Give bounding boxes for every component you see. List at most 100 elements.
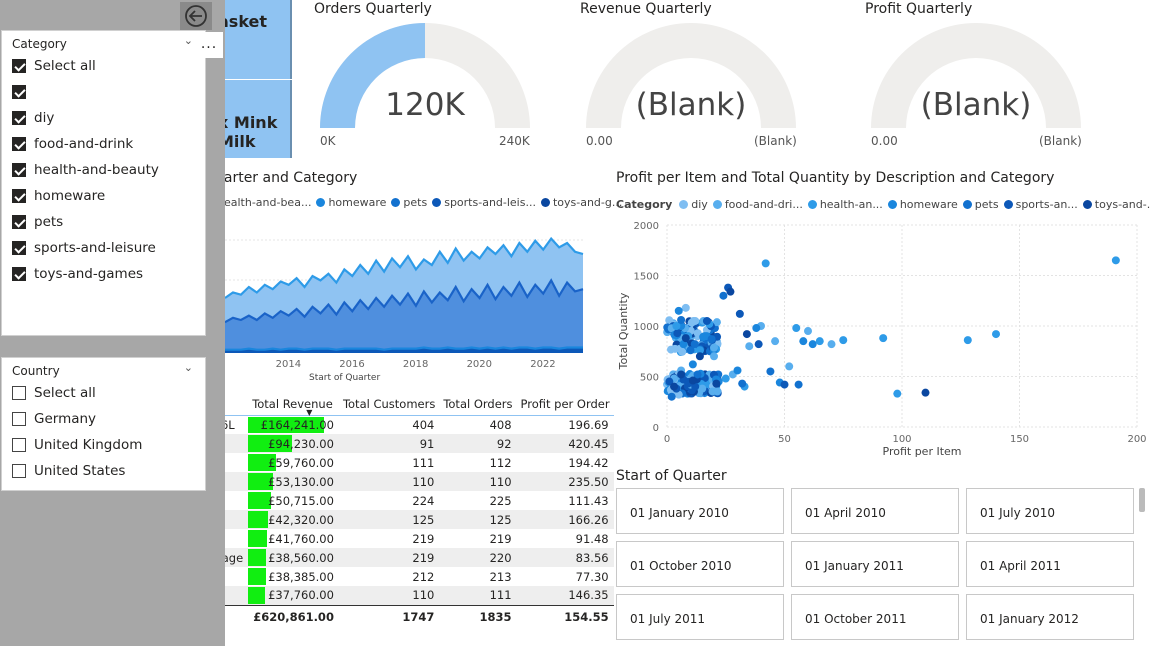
legend-dot-icon bbox=[712, 200, 722, 209]
table-row[interactable]: orage £38,560.00 219 220 83.56 bbox=[205, 548, 614, 567]
checkbox-icon[interactable] bbox=[12, 412, 26, 426]
back-button[interactable] bbox=[180, 2, 212, 30]
cell-customers: 219 bbox=[338, 548, 440, 567]
scatter-point bbox=[726, 287, 735, 296]
table-row[interactable]: £41,760.00 219 219 91.48 bbox=[205, 529, 614, 548]
more-options-button[interactable]: ... bbox=[195, 32, 223, 58]
quarter-tile[interactable]: 01 April 2011 bbox=[966, 541, 1134, 587]
slicer-option[interactable] bbox=[2, 79, 205, 105]
quarter-tile[interactable]: 01 July 2011 bbox=[616, 594, 784, 640]
scatter-point bbox=[674, 306, 683, 315]
slicer-option[interactable]: diy bbox=[2, 105, 205, 131]
scatter-chart[interactable]: Profit per Item and Total Quantity by De… bbox=[610, 165, 1150, 465]
checkbox-icon[interactable] bbox=[12, 85, 26, 99]
table-row[interactable]: £38,385.00 212 213 77.30 bbox=[205, 567, 614, 586]
table-row[interactable]: £59,760.00 111 112 194.42 bbox=[205, 453, 614, 472]
table-row[interactable]: £37,760.00 110 111 146.35 bbox=[205, 586, 614, 605]
scatter-point bbox=[707, 335, 716, 344]
revenue-data-bar bbox=[248, 587, 266, 604]
scatter-point bbox=[700, 332, 709, 341]
scatter-point bbox=[827, 340, 836, 349]
basket-card-label: x Mink Milk bbox=[218, 113, 278, 151]
x-tick-label: 2020 bbox=[467, 359, 492, 370]
quarter-tile[interactable]: 01 October 2011 bbox=[791, 594, 959, 640]
checkbox-icon[interactable] bbox=[12, 386, 26, 400]
checkbox-icon[interactable] bbox=[12, 137, 26, 151]
scatter-point bbox=[677, 370, 686, 379]
checkbox-icon[interactable] bbox=[12, 189, 26, 203]
scatter-point bbox=[710, 352, 718, 361]
chevron-down-icon[interactable]: ⌄ bbox=[184, 34, 193, 47]
quarter-tile[interactable]: 01 April 2010 bbox=[791, 488, 959, 534]
area-chart-title: uarter and Category bbox=[215, 170, 358, 186]
cell-customers: 110 bbox=[338, 586, 440, 605]
scatter-point bbox=[780, 380, 789, 389]
table-row[interactable]: £53,130.00 110 110 235.50 bbox=[205, 472, 614, 491]
checkbox-icon[interactable] bbox=[12, 111, 26, 125]
slicer-option[interactable]: Germany bbox=[2, 406, 205, 432]
scatter-point bbox=[719, 291, 728, 300]
area-plot: 2014 2016 2018 2020 2022 bbox=[224, 236, 584, 370]
scatter-point bbox=[671, 344, 680, 353]
quarter-tile[interactable]: 01 July 2010 bbox=[966, 488, 1134, 534]
chevron-down-icon[interactable]: ⌄ bbox=[184, 361, 193, 374]
revenue-table[interactable]: Total Revenue ▼ Total Customers Total Ord… bbox=[205, 393, 614, 629]
gauge-title: Revenue Quarterly bbox=[580, 1, 712, 17]
slicer-option[interactable]: Select all bbox=[2, 380, 205, 406]
cell-orders: 220 bbox=[439, 548, 517, 567]
cell-profit-per-order: 166.26 bbox=[516, 510, 614, 529]
scatter-point bbox=[733, 366, 742, 375]
table-row[interactable]: £42,320.00 125 125 166.26 bbox=[205, 510, 614, 529]
quarter-tile[interactable]: 01 January 2010 bbox=[616, 488, 784, 534]
cell-customers: 212 bbox=[412, 569, 435, 584]
area-chart-legend: health-and-bea... homeware pets sports-a… bbox=[217, 196, 622, 209]
column-header-customers[interactable]: Total Customers bbox=[338, 393, 440, 416]
slicer-option[interactable]: homeware bbox=[2, 183, 205, 209]
checkbox-icon[interactable] bbox=[12, 267, 26, 281]
quarter-tile[interactable]: 01 January 2012 bbox=[966, 594, 1134, 640]
table-row[interactable]: 7.6L£164,241.00404408196.69 bbox=[205, 415, 614, 434]
cell-customers: 404 bbox=[412, 417, 435, 432]
slicer-option[interactable]: Select all bbox=[2, 53, 205, 79]
checkbox-icon[interactable] bbox=[12, 163, 26, 177]
checkbox-icon[interactable] bbox=[12, 241, 26, 255]
checkbox-icon[interactable] bbox=[12, 438, 26, 452]
column-header-profit-per-order[interactable]: Profit per Order bbox=[516, 393, 614, 416]
slicer-option[interactable]: United States bbox=[2, 458, 205, 484]
legend-dot-icon bbox=[962, 200, 972, 209]
area-chart[interactable]: uarter and Category health-and-bea... ho… bbox=[205, 165, 622, 390]
slicer-option[interactable]: food-and-drink bbox=[2, 131, 205, 157]
scatter-point bbox=[667, 392, 676, 401]
scatter-point bbox=[839, 336, 848, 345]
slicer-option[interactable]: health-and-beauty bbox=[2, 157, 205, 183]
cell-orders: 225 bbox=[489, 493, 512, 508]
scatter-point bbox=[799, 337, 808, 346]
table-row[interactable]: £94,230.00 91 92 420.45 bbox=[205, 434, 614, 453]
quarter-tile[interactable]: 01 January 2011 bbox=[791, 541, 959, 587]
legend-dot-icon bbox=[807, 200, 817, 209]
column-header-revenue[interactable]: Total Revenue ▼ bbox=[248, 393, 339, 417]
legend-dot-icon bbox=[316, 198, 326, 207]
scatter-point bbox=[673, 329, 682, 338]
quarter-tile[interactable]: 01 October 2010 bbox=[616, 541, 784, 587]
slicer-option[interactable]: pets bbox=[2, 209, 205, 235]
gauge-value: (Blank) bbox=[920, 87, 1032, 123]
scatter-point bbox=[771, 337, 780, 346]
scatter-point bbox=[992, 330, 1000, 339]
slicer-option[interactable]: sports-and-leisure bbox=[2, 235, 205, 261]
slicer-option[interactable]: United Kingdom bbox=[2, 432, 205, 458]
checkbox-icon[interactable] bbox=[12, 59, 26, 73]
checkbox-icon[interactable] bbox=[12, 464, 26, 478]
x-tick-label: 200 bbox=[1127, 434, 1146, 445]
slicer-option-label: health-and-beauty bbox=[34, 162, 159, 178]
total-revenue: £620,861.00 bbox=[248, 604, 339, 629]
scatter-point bbox=[677, 315, 686, 324]
table-row[interactable]: £50,715.00 224 225 111.43 bbox=[205, 491, 614, 510]
column-header-orders[interactable]: Total Orders bbox=[439, 393, 517, 416]
checkbox-icon[interactable] bbox=[12, 215, 26, 229]
slicer-option-label: Germany bbox=[34, 411, 97, 427]
slicer-scrollbar[interactable] bbox=[1139, 488, 1145, 512]
scatter-chart-title: Profit per Item and Total Quantity by De… bbox=[616, 170, 1055, 186]
slicer-option[interactable]: toys-and-games bbox=[2, 261, 205, 287]
scatter-point bbox=[712, 379, 721, 388]
